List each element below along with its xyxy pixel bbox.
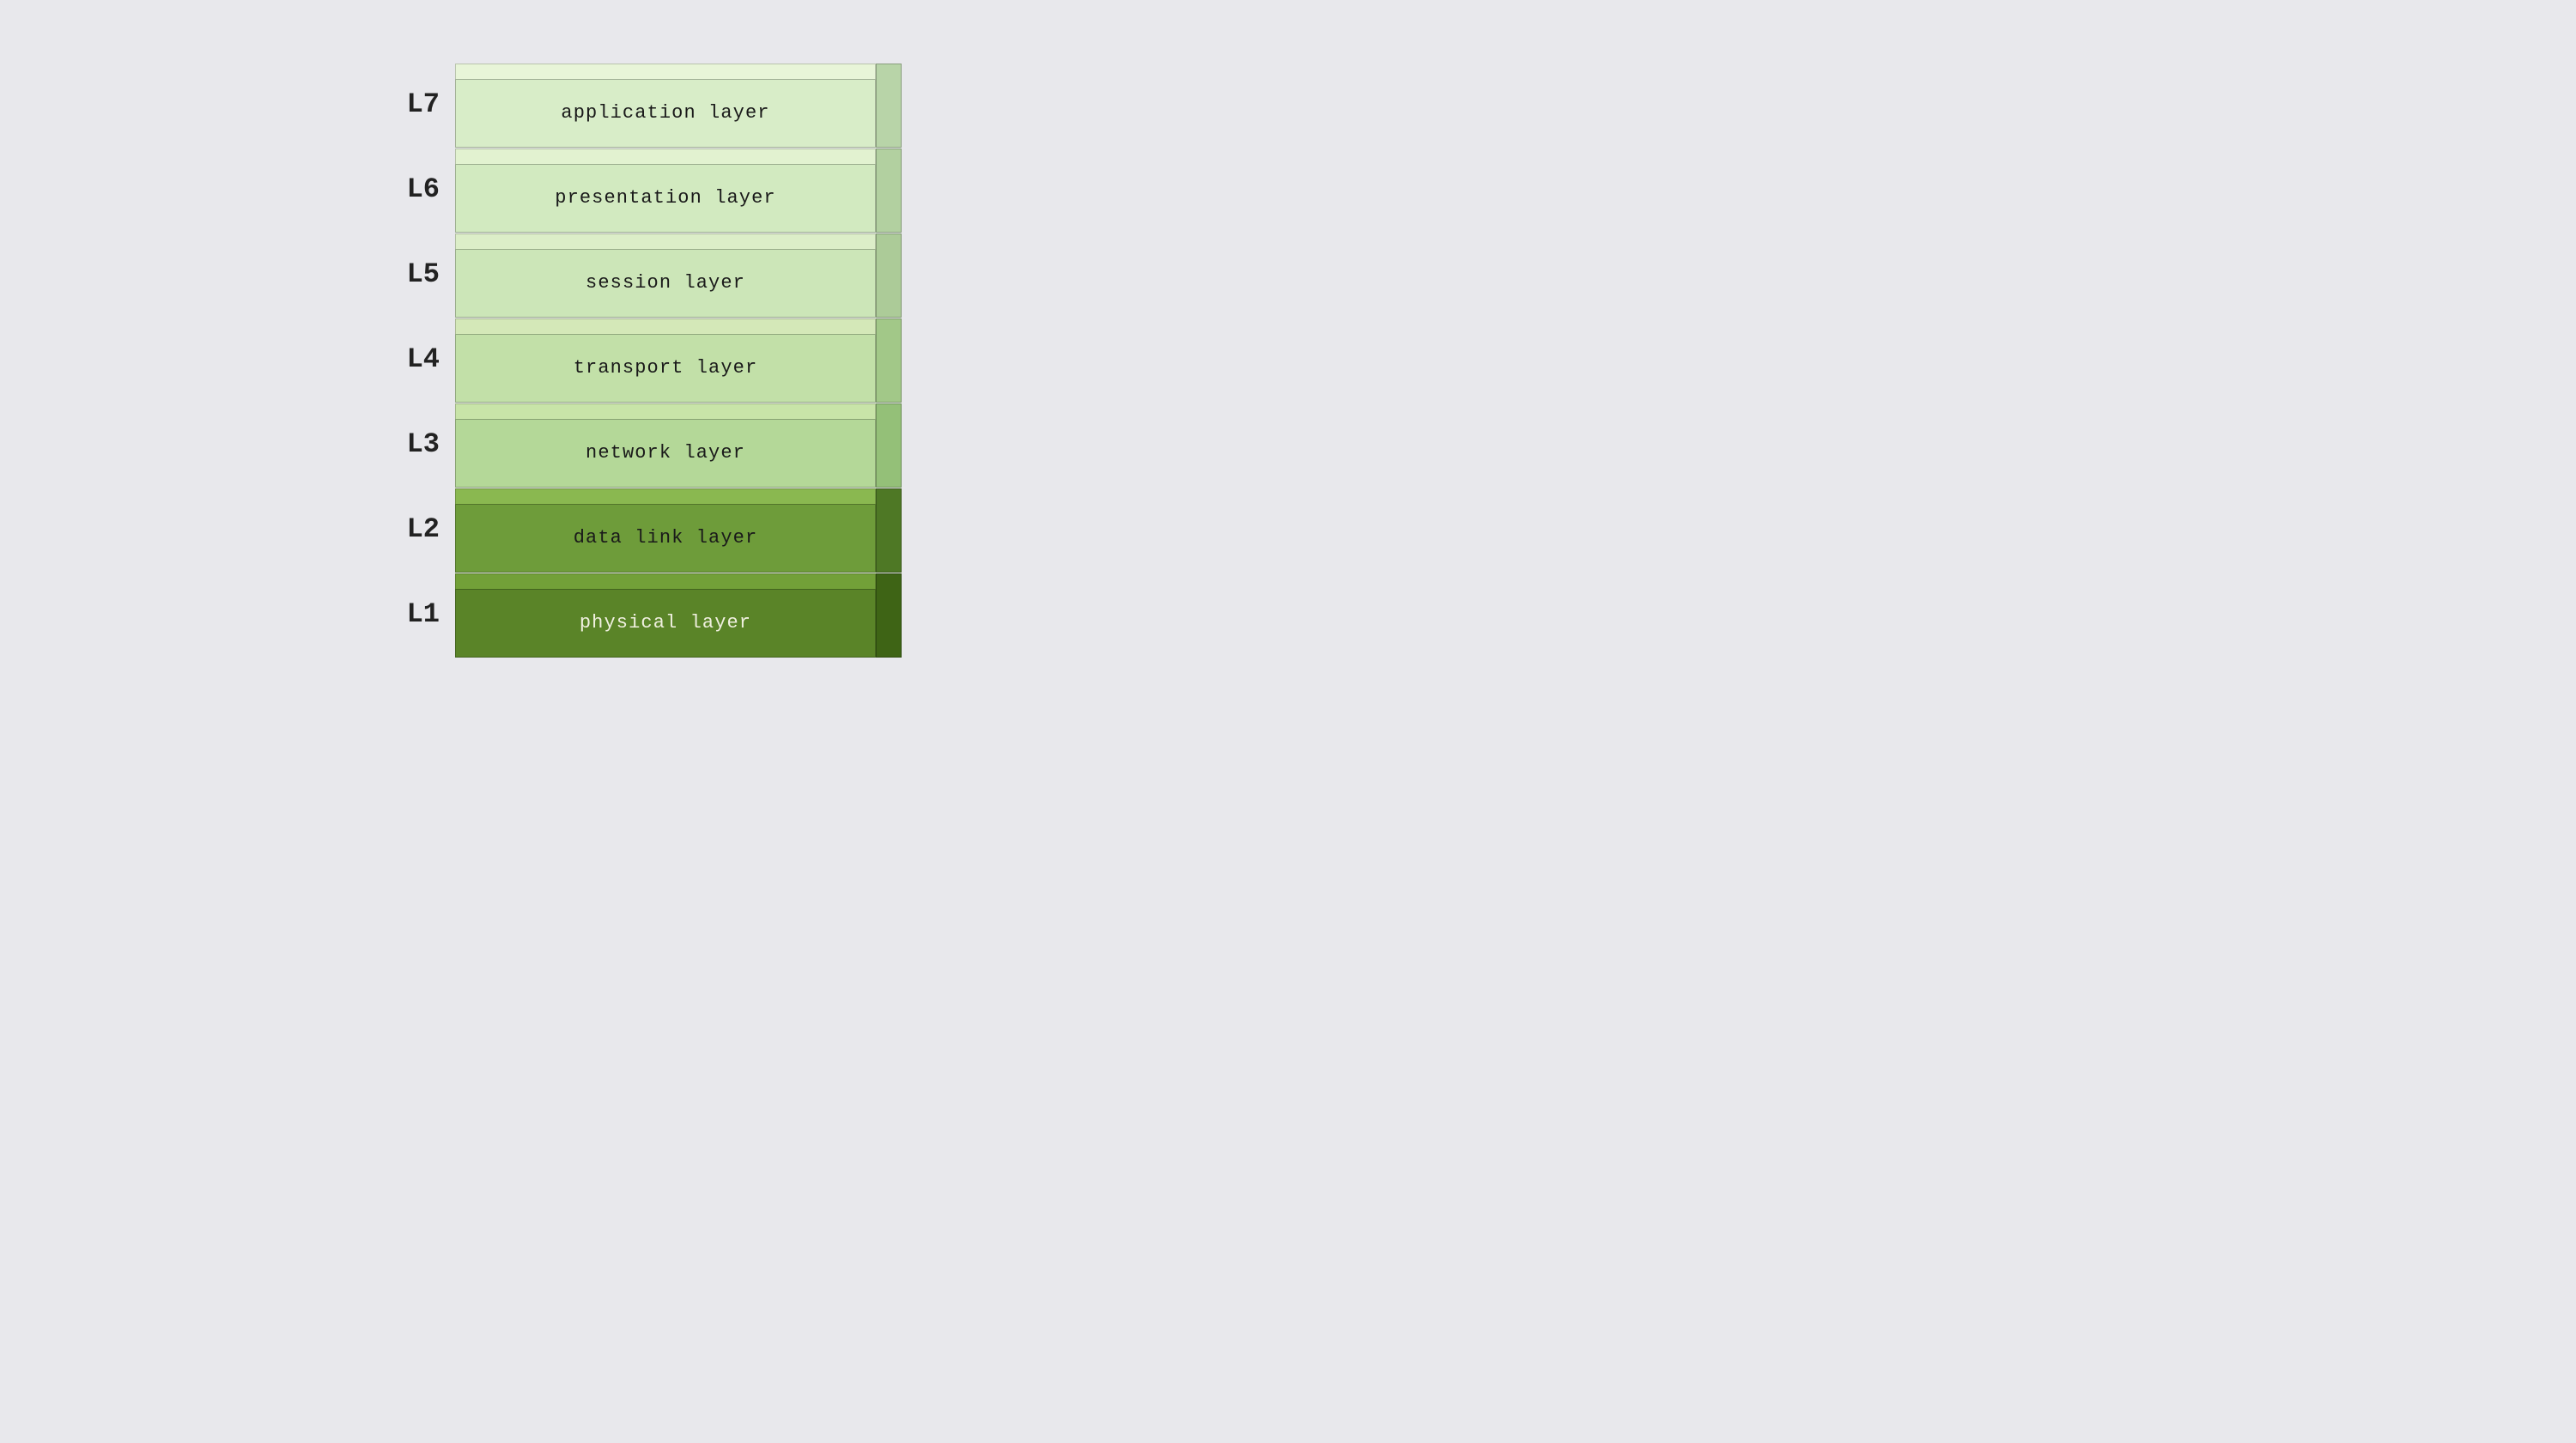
- layer-row-l2: L2data link layer: [386, 488, 902, 570]
- layer-label-l6: L6: [386, 173, 455, 205]
- layer-label-l4: L4: [386, 343, 455, 375]
- layer-front-l6: presentation layer: [455, 164, 876, 233]
- layer-stack: L7application layerL6presentation layerL…: [386, 64, 902, 658]
- layer-label-l7: L7: [386, 88, 455, 120]
- layer-box-l2: data link layer: [455, 488, 902, 570]
- layer-front-l1: physical layer: [455, 589, 876, 658]
- layer-box-l7: application layer: [455, 64, 902, 145]
- layer-box-l4: transport layer: [455, 318, 902, 400]
- layer-row-l7: L7application layer: [386, 64, 902, 145]
- layer-row-l4: L4transport layer: [386, 318, 902, 400]
- layer-box-l3: network layer: [455, 403, 902, 485]
- osi-diagram: L7application layerL6presentation layerL…: [386, 64, 902, 658]
- layer-label-l5: L5: [386, 258, 455, 290]
- layer-box-l5: session layer: [455, 233, 902, 315]
- layer-label-l2: L2: [386, 513, 455, 545]
- layer-box-l1: physical layer: [455, 573, 902, 655]
- layer-row-l1: L1physical layer: [386, 573, 902, 655]
- layer-row-l6: L6presentation layer: [386, 149, 902, 230]
- layer-row-l3: L3network layer: [386, 403, 902, 485]
- layer-label-l3: L3: [386, 428, 455, 460]
- layer-front-l3: network layer: [455, 419, 876, 488]
- layer-front-l5: session layer: [455, 249, 876, 318]
- layer-row-l5: L5session layer: [386, 233, 902, 315]
- layer-front-l4: transport layer: [455, 334, 876, 403]
- layer-front-l7: application layer: [455, 79, 876, 148]
- layer-label-l1: L1: [386, 598, 455, 630]
- layer-box-l6: presentation layer: [455, 149, 902, 230]
- layer-front-l2: data link layer: [455, 504, 876, 573]
